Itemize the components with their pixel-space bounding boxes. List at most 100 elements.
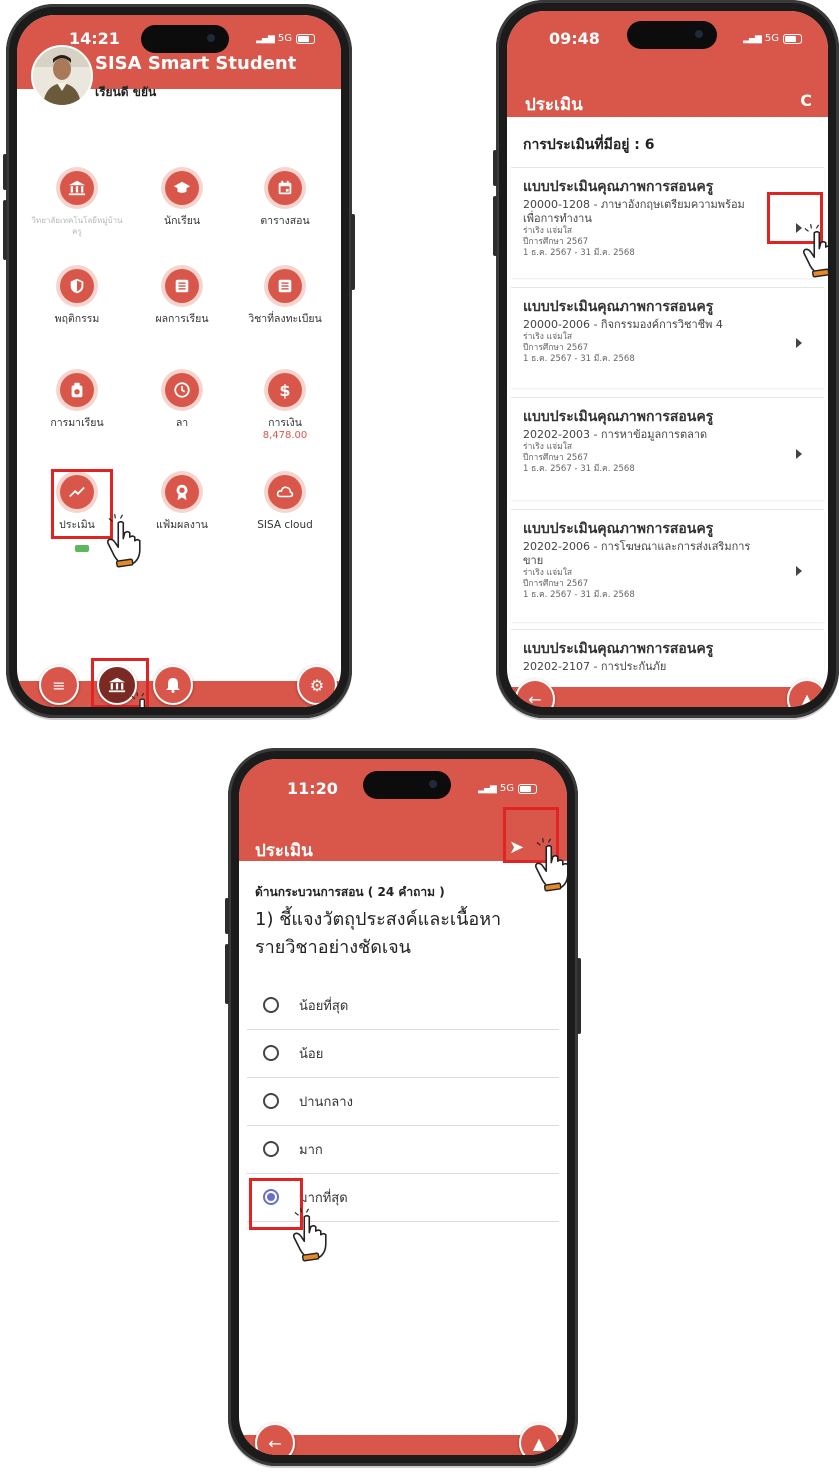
pointer-hand-icon <box>106 513 141 568</box>
evaluation-card[interactable]: แบบประเมินคุณภาพการสอนครู 20202-2006 - กา… <box>511 509 824 622</box>
answer-option[interactable]: น้อยที่สุด <box>247 981 559 1030</box>
status-icons: ▂▄▆ 5G <box>256 33 315 44</box>
evaluation-period: 1 ธ.ค. 2567 - 31 มี.ค. 2568 <box>523 354 635 364</box>
menu-item-5[interactable]: ผลการเรียน <box>132 269 232 326</box>
student-name: เรียนดี ขยัน <box>95 85 157 99</box>
option-label: น้อย <box>299 1046 324 1062</box>
menu-item-11[interactable]: แฟ้มผลงาน <box>132 475 232 532</box>
phone-evaluation-list: 09:48 ▂▄▆ 5G ประเมิน C การประเมินที่มีอย… <box>493 0 839 718</box>
course-name: 20202-2003 - การหาข้อมูลการตลาด <box>523 428 708 441</box>
chevron-right-icon[interactable] <box>796 566 802 576</box>
screen-question: 11:20 ▂▄▆ 5G ประเมิน ➤ ด้านกระบวนการสอน … <box>239 759 567 1455</box>
evaluation-card[interactable]: แบบประเมินคุณภาพการสอนครู 20202-2107 - กา… <box>511 629 824 690</box>
screen-home: 14:21 ▂▄▆ 5G SISA Smart Student เรียนดี … <box>17 15 341 707</box>
teacher-name: ร่าเริง แจ่มใส <box>523 568 573 578</box>
teacher-name: ร่าเริง แจ่มใส <box>523 442 573 452</box>
signal-icon: ▂▄▆ <box>478 783 497 794</box>
menu-item-label: ผลการเรียน <box>155 313 209 325</box>
chevron-right-icon[interactable] <box>796 338 802 348</box>
attendance-icon <box>60 373 94 407</box>
signal-icon: ▂▄▆ <box>743 33 762 44</box>
radio-button[interactable] <box>263 1093 279 1109</box>
list-icon <box>165 269 199 303</box>
menu-item-label: ตารางสอน <box>260 215 310 227</box>
menu-item-label: นักเรียน <box>163 215 201 227</box>
refresh-icon[interactable]: C <box>800 91 812 110</box>
course-name: 20202-2006 - การโฆษณาและการส่งเสริมการขา… <box>523 540 751 567</box>
status-time: 09:48 <box>549 29 600 48</box>
pointer-hand-icon <box>534 837 567 892</box>
menu-item-8[interactable]: ลา <box>132 373 232 430</box>
radio-button[interactable] <box>263 1141 279 1157</box>
menu-item-3[interactable]: ตารางสอน <box>235 171 335 228</box>
settings-gear-icon[interactable]: ⚙ <box>297 665 337 705</box>
evaluation-period: 1 ธ.ค. 2567 - 31 มี.ค. 2568 <box>523 464 635 474</box>
signal-icon: ▂▄▆ <box>256 33 275 44</box>
dollar-icon: $ <box>268 373 302 407</box>
shield-icon <box>60 269 94 303</box>
menu-item-1[interactable]: วิทยาลัยเทคโนโลยีหมู่บ้านครู <box>27 171 127 237</box>
academic-year: ปีการศึกษา 2567 <box>523 579 589 589</box>
menu-item-label: ลา <box>175 417 189 429</box>
network-label: 5G <box>499 783 514 794</box>
network-label: 5G <box>764 33 779 44</box>
page-title: ประเมิน <box>525 95 583 115</box>
menu-item-7[interactable]: การมาเรียน <box>27 373 127 430</box>
menu-item-label: แฟ้มผลงาน <box>156 519 208 531</box>
section-title: ด้านกระบวนการสอน ( 24 คำถาม ) <box>255 885 445 899</box>
award-icon <box>165 475 199 509</box>
page-title: ประเมิน <box>255 841 313 861</box>
evaluation-card[interactable]: แบบประเมินคุณภาพการสอนครู 20000-2006 - กิ… <box>511 287 824 388</box>
evaluation-count: การประเมินที่มีอยู่ : 6 <box>523 137 655 153</box>
clock-icon <box>165 373 199 407</box>
status-time: 14:21 <box>69 29 120 48</box>
radio-button[interactable] <box>263 997 279 1013</box>
network-label: 5G <box>277 33 292 44</box>
phone-home: 14:21 ▂▄▆ 5G SISA Smart Student เรียนดี … <box>3 4 355 718</box>
pointer-hand-icon <box>292 1207 327 1262</box>
option-label: มาก <box>299 1142 323 1158</box>
card-title: แบบประเมินคุณภาพการสอนครู <box>523 409 714 425</box>
evaluation-period: 1 ธ.ค. 2567 - 31 มี.ค. 2568 <box>523 248 635 258</box>
menu-item-label: SISA cloud <box>257 519 313 531</box>
evaluation-card[interactable]: แบบประเมินคุณภาพการสอนครู 20202-2003 - กา… <box>511 397 824 500</box>
pointer-hand-icon <box>130 691 160 707</box>
academic-year: ปีการศึกษา 2567 <box>523 343 589 353</box>
back-arrow-icon[interactable]: ← <box>255 1423 295 1455</box>
answer-option[interactable]: ปานกลาง <box>247 1077 559 1126</box>
screen-evaluation-list: 09:48 ▂▄▆ 5G ประเมิน C การประเมินที่มีอย… <box>507 11 828 707</box>
dynamic-island <box>627 21 717 49</box>
answer-option[interactable]: มาก <box>247 1125 559 1174</box>
pointer-hand-icon <box>802 223 828 278</box>
menu-item-4[interactable]: พฤติกรรม <box>27 269 127 326</box>
menu-item-6[interactable]: วิชาที่ลงทะเบียน <box>235 269 335 326</box>
list-icon <box>268 269 302 303</box>
radio-button[interactable] <box>263 1045 279 1061</box>
status-time: 11:20 <box>287 779 338 798</box>
menu-item-2[interactable]: นักเรียน <box>132 171 232 228</box>
menu-item-label: การเงิน <box>268 417 302 429</box>
status-icons: ▂▄▆ 5G <box>478 783 537 794</box>
dynamic-island <box>141 25 229 53</box>
answer-option[interactable]: น้อย <box>247 1029 559 1078</box>
notification-dot <box>75 545 89 552</box>
bottom-bar <box>507 687 828 707</box>
course-name: 20202-2107 - การประกันภัย <box>523 660 667 673</box>
menu-item-12[interactable]: SISA cloud <box>235 475 335 532</box>
status-icons: ▂▄▆ 5G <box>743 33 802 44</box>
scroll-top-icon[interactable]: ▲ <box>519 1423 559 1455</box>
menu-item-label: พฤติกรรม <box>54 313 100 325</box>
app-title: SISA Smart Student <box>95 53 297 74</box>
menu-item-label: วิทยาลัยเทคโนโลยีหมู่บ้านครู <box>31 216 123 236</box>
card-title: แบบประเมินคุณภาพการสอนครู <box>523 299 714 315</box>
question-text: 1) ชี้แจงวัตถุประสงค์และเนื้อหารายวิชาอย… <box>255 909 502 958</box>
battery-icon <box>783 33 802 44</box>
avatar[interactable] <box>31 45 93 107</box>
menu-item-9[interactable]: $ การเงิน 8,478.00 <box>235 373 335 441</box>
option-label: ปานกลาง <box>299 1094 353 1110</box>
balance-amount: 8,478.00 <box>262 430 308 441</box>
graduation-cap-icon <box>165 171 199 205</box>
chevron-right-icon[interactable] <box>796 449 802 459</box>
card-title: แบบประเมินคุณภาพการสอนครู <box>523 641 714 657</box>
menu-icon[interactable]: ≡ <box>39 665 79 705</box>
